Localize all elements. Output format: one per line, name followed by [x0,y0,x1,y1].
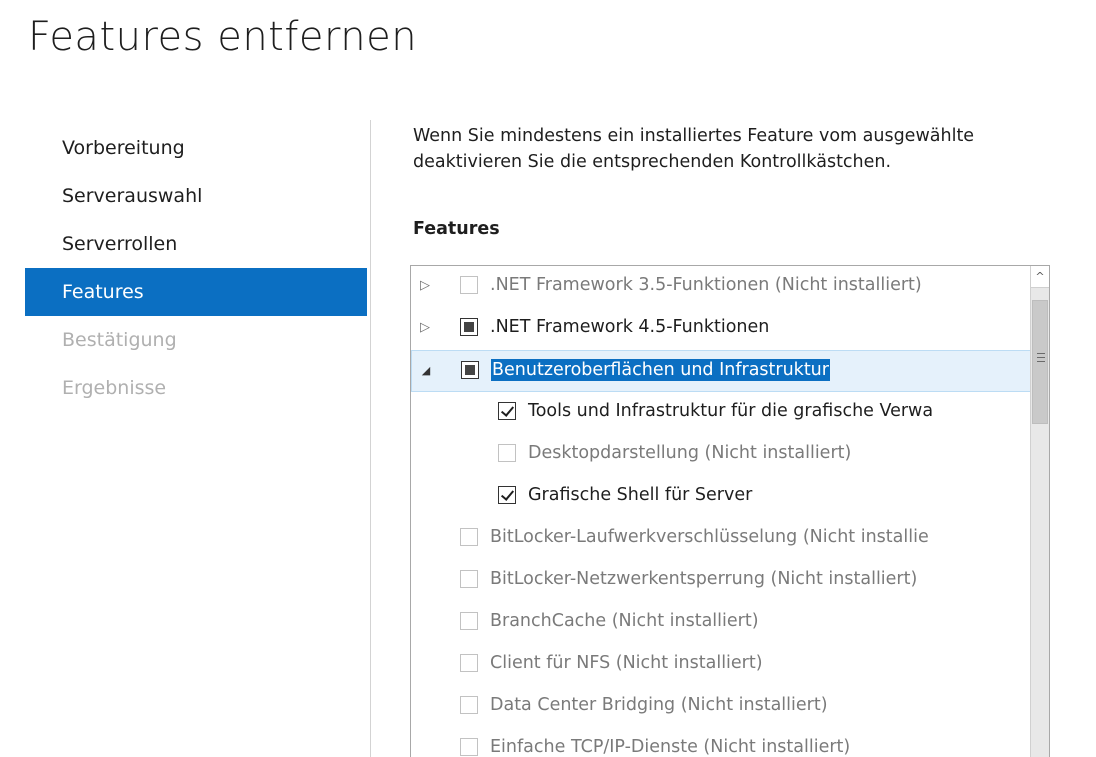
feature-label: Data Center Bridging (Nicht installiert) [490,695,828,715]
feature-label: Client für NFS (Nicht installiert) [490,653,763,673]
grip-lines-icon [1037,353,1045,354]
instructions-line-2: deaktivieren Sie die entsprechenden Kont… [413,152,892,172]
collapse-arrow-icon[interactable]: ◢ [420,363,432,379]
feature-checkbox [460,612,478,630]
feature-checkbox [460,696,478,714]
instructions-text: Wenn Sie mindestens ein installiertes Fe… [413,123,1096,175]
feature-label: BitLocker-Netzwerkentsperrung (Nicht ins… [490,569,918,589]
nav-item-ergebnisse: Ergebnisse [62,377,167,399]
feature-row[interactable]: Client für NFS (Nicht installiert) [411,644,1031,686]
feature-label: .NET Framework 3.5-Funktionen (Nicht ins… [490,275,922,295]
feature-label: Einfache TCP/IP-Dienste (Nicht installie… [490,737,851,757]
nav-item-serverrollen[interactable]: Serverrollen [25,220,367,268]
feature-checkbox [460,276,478,294]
feature-row[interactable]: Einfache TCP/IP-Dienste (Nicht installie… [411,728,1031,757]
feature-checkbox [460,738,478,756]
feature-label: .NET Framework 4.5-Funktionen [490,317,770,337]
feature-row[interactable]: BitLocker-Laufwerkverschlüsselung (Nicht… [411,518,1031,560]
nav-item-features[interactable]: Features [25,268,367,316]
feature-row[interactable]: Desktopdarstellung (Nicht installiert) [411,434,1031,476]
feature-checkbox [460,570,478,588]
features-section-label: Features [413,219,500,239]
instructions-line-1: Wenn Sie mindestens ein installiertes Fe… [413,126,975,146]
feature-row[interactable]: Data Center Bridging (Nicht installiert) [411,686,1031,728]
feature-row[interactable]: Grafische Shell für Server [411,476,1031,518]
feature-row[interactable]: ▷ .NET Framework 3.5-Funktionen (Nicht in… [411,266,1031,308]
expand-arrow-icon[interactable]: ▷ [419,320,431,336]
feature-checkbox[interactable] [498,402,516,420]
feature-label: BranchCache (Nicht installiert) [490,611,759,631]
scroll-thumb[interactable] [1032,300,1048,424]
grip-line [1037,357,1045,358]
expand-arrow-icon[interactable]: ▷ [419,278,431,294]
feature-row[interactable]: ◢ Benutzeroberflächen und Infrastruktur [411,350,1031,392]
features-tree-box[interactable]: ▷ .NET Framework 3.5-Funktionen (Nicht in… [410,265,1050,757]
feature-label: Grafische Shell für Server [528,485,753,505]
feature-checkbox [460,528,478,546]
feature-checkbox[interactable] [498,486,516,504]
nav-item-bestaetigung: Bestätigung [62,329,177,351]
nav-item-serverauswahl[interactable]: Serverauswahl [25,172,367,220]
feature-checkbox [498,444,516,462]
feature-label: Tools und Infrastruktur für die grafisch… [528,401,934,421]
feature-label: BitLocker-Laufwerkverschlüsselung (Nicht… [490,527,929,547]
feature-checkbox [460,654,478,672]
feature-checkbox[interactable] [460,318,478,336]
remove-features-page: Features entfernen Vorbereitung Serverau… [0,0,1096,757]
grip-line [1037,361,1045,362]
chevron-up-icon[interactable]: ^ [1031,266,1049,288]
feature-row[interactable]: BitLocker-Netzwerkentsperrung (Nicht ins… [411,560,1031,602]
feature-row[interactable]: BranchCache (Nicht installiert) [411,602,1031,644]
features-tree[interactable]: ▷ .NET Framework 3.5-Funktionen (Nicht in… [411,266,1031,757]
feature-label: Benutzeroberflächen und Infrastruktur [491,359,830,381]
wizard-nav: Vorbereitung Serverauswahl Serverrollen … [25,124,367,412]
nav-divider [370,120,371,757]
feature-row[interactable]: ▷ .NET Framework 4.5-Funktionen [411,308,1031,350]
nav-item-vorbereitung[interactable]: Vorbereitung [25,124,367,172]
feature-checkbox[interactable] [461,361,479,379]
page-title: Features entfernen [28,14,418,60]
feature-row[interactable]: Tools und Infrastruktur für die grafisch… [411,392,1031,434]
vertical-scrollbar[interactable]: ^ [1030,266,1049,757]
feature-label: Desktopdarstellung (Nicht installiert) [528,443,852,463]
